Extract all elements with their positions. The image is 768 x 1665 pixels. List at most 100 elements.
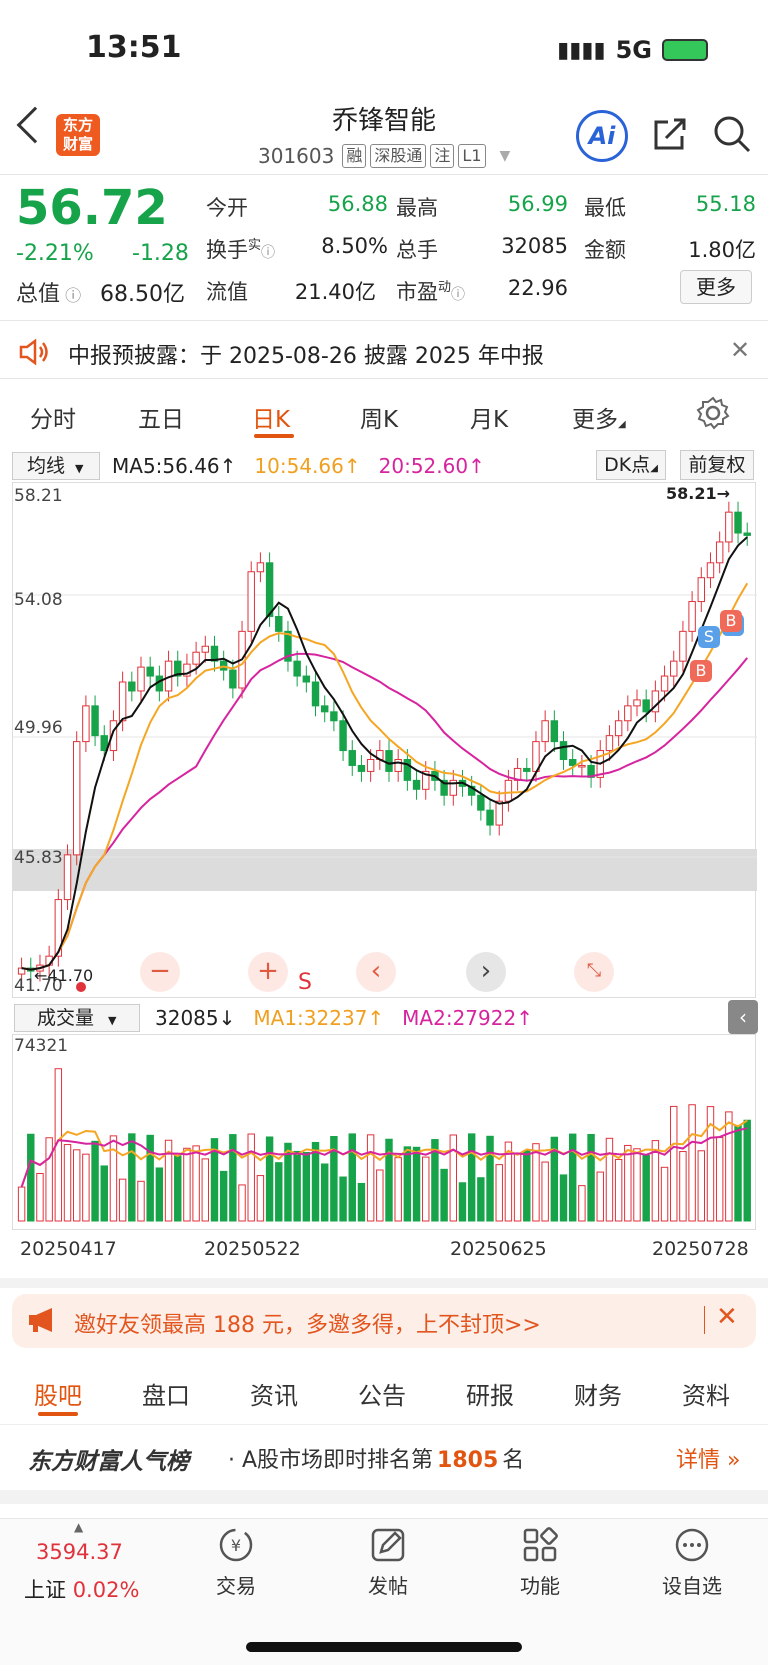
zoom-in-button[interactable]: + xyxy=(248,952,288,992)
sell-marker[interactable]: S xyxy=(698,626,720,648)
info-icon[interactable]: ⓘ xyxy=(60,286,81,305)
volume-bar xyxy=(596,1171,604,1222)
collapse-arrow-icon[interactable]: ‹ xyxy=(728,1000,758,1034)
caret-up-icon: ▲ xyxy=(74,1520,84,1534)
info-icon[interactable]: ⓘ xyxy=(451,287,465,303)
ma-select[interactable]: 均线 ▼ xyxy=(12,452,100,480)
candle-body xyxy=(394,758,402,772)
stock-subtitle: 301603 融 深股通 注 L1 ▼ xyxy=(258,144,510,168)
amount-value: 1.80亿 xyxy=(688,238,756,262)
volume-bar xyxy=(339,1176,347,1222)
volume-bar xyxy=(670,1105,678,1222)
share-icon[interactable] xyxy=(652,116,688,152)
zoom-out-button[interactable]: − xyxy=(140,952,180,992)
tab-daily-k[interactable]: 日K xyxy=(252,400,290,434)
kline-chart[interactable] xyxy=(12,482,757,998)
dk-point-button[interactable]: DK点◢ xyxy=(596,450,666,480)
volume-select[interactable]: 成交量 ▼ xyxy=(14,1004,140,1032)
volume-bar xyxy=(495,1164,503,1222)
volume-bar xyxy=(63,1144,72,1222)
rank-detail-link[interactable]: 详情 » xyxy=(676,1442,740,1474)
volume-bar xyxy=(27,1133,35,1222)
ma5-value: MA5:56.46↑ xyxy=(112,454,237,478)
volume-bar xyxy=(45,1137,53,1222)
volume-bar xyxy=(559,1174,568,1222)
candle-body xyxy=(670,660,678,677)
edit-icon xyxy=(371,1528,405,1562)
candle-body xyxy=(541,720,549,743)
y-tick-label: 58.21 xyxy=(14,486,63,506)
volume-bar xyxy=(357,1182,366,1222)
candle-body xyxy=(697,577,706,603)
volume-bar xyxy=(72,1149,81,1222)
gear-icon[interactable] xyxy=(696,396,730,430)
candle-body xyxy=(578,764,586,768)
float-value: 21.40亿 xyxy=(294,280,376,304)
candle-body xyxy=(229,669,237,689)
candle-body xyxy=(146,666,154,677)
tab-more[interactable]: 更多◢ xyxy=(572,400,626,434)
tab-announcements[interactable]: 公告 xyxy=(358,1376,406,1411)
tag-level: L1 xyxy=(458,144,486,168)
candle-body xyxy=(320,705,329,713)
close-icon[interactable]: ✕ xyxy=(730,336,750,364)
close-icon[interactable]: ✕ xyxy=(716,1302,738,1332)
candle-body xyxy=(201,645,210,653)
candle-body xyxy=(642,699,650,713)
pan-right-button[interactable]: › xyxy=(466,952,506,992)
tab-weekly-k[interactable]: 周K xyxy=(360,400,398,434)
more-button[interactable]: 更多 xyxy=(680,270,752,304)
volume-bar xyxy=(128,1133,136,1222)
tag-connect: 深股通 xyxy=(370,144,427,168)
adjust-button[interactable]: 前复权 xyxy=(680,450,754,480)
tab-forum[interactable]: 股吧 xyxy=(34,1376,82,1411)
tab-five-day[interactable]: 五日 xyxy=(138,400,184,434)
volume-bar xyxy=(513,1152,522,1222)
tab-intraday[interactable]: 分时 xyxy=(30,400,76,434)
tab-profile[interactable]: 资料 xyxy=(682,1376,730,1411)
nav-functions[interactable]: 功能 xyxy=(490,1526,590,1599)
nav-trade[interactable]: ¥ 交易 xyxy=(186,1526,286,1599)
fullscreen-icon[interactable]: ⤡ xyxy=(574,952,614,992)
tab-research[interactable]: 研报 xyxy=(466,1376,514,1411)
volume-bar xyxy=(320,1163,329,1222)
candle-body xyxy=(118,681,127,722)
buy-marker[interactable]: B xyxy=(720,610,742,632)
candle-body xyxy=(403,758,412,781)
tab-monthly-k[interactable]: 月K xyxy=(470,400,508,434)
volume-bar xyxy=(219,1170,228,1222)
volume-bar xyxy=(100,1165,108,1222)
info-icon[interactable]: ⓘ xyxy=(261,245,275,261)
ai-button[interactable]: Ai xyxy=(576,110,628,162)
search-icon[interactable] xyxy=(712,114,752,154)
volume-bar xyxy=(467,1133,476,1222)
volume-bar xyxy=(137,1180,145,1222)
buy-marker[interactable]: B xyxy=(690,660,712,682)
vol-ma1: MA1:32237↑ xyxy=(253,1006,385,1030)
battery-icon xyxy=(662,39,708,61)
promo-text: 邀好友领最高 188 元，多邀多得，上不封顶>> xyxy=(74,1313,541,1338)
volume-chart[interactable] xyxy=(12,1034,756,1230)
mktcap-label: 总值 ⓘ xyxy=(16,282,82,307)
volume-bar xyxy=(247,1133,255,1222)
rank-brand: 东方财富人气榜 xyxy=(28,1449,189,1475)
volume-bar xyxy=(366,1134,375,1222)
turnover-label: 换手实ⓘ xyxy=(206,238,276,262)
chevron-down-icon[interactable]: ▼ xyxy=(500,148,511,164)
event-dot[interactable] xyxy=(76,982,86,992)
tab-news[interactable]: 资讯 xyxy=(250,1376,298,1411)
nav-post[interactable]: 发帖 xyxy=(338,1526,438,1599)
candle-body xyxy=(91,705,99,737)
tab-financials[interactable]: 财务 xyxy=(574,1376,622,1411)
turnover-value: 8.50% xyxy=(321,234,388,258)
tab-indicator xyxy=(38,1412,78,1416)
candle-body xyxy=(63,854,72,901)
volume-bar xyxy=(624,1144,632,1222)
tab-order-book[interactable]: 盘口 xyxy=(142,1376,190,1411)
low-label: 最低 xyxy=(584,196,626,220)
index-info[interactable]: 上证 0.02% xyxy=(24,1574,139,1604)
nav-add-watchlist[interactable]: 设自选 xyxy=(642,1526,742,1599)
speaker-icon xyxy=(19,338,48,366)
index-value[interactable]: 3594.37 xyxy=(36,1540,123,1564)
pan-left-button[interactable]: ‹ xyxy=(356,952,396,992)
